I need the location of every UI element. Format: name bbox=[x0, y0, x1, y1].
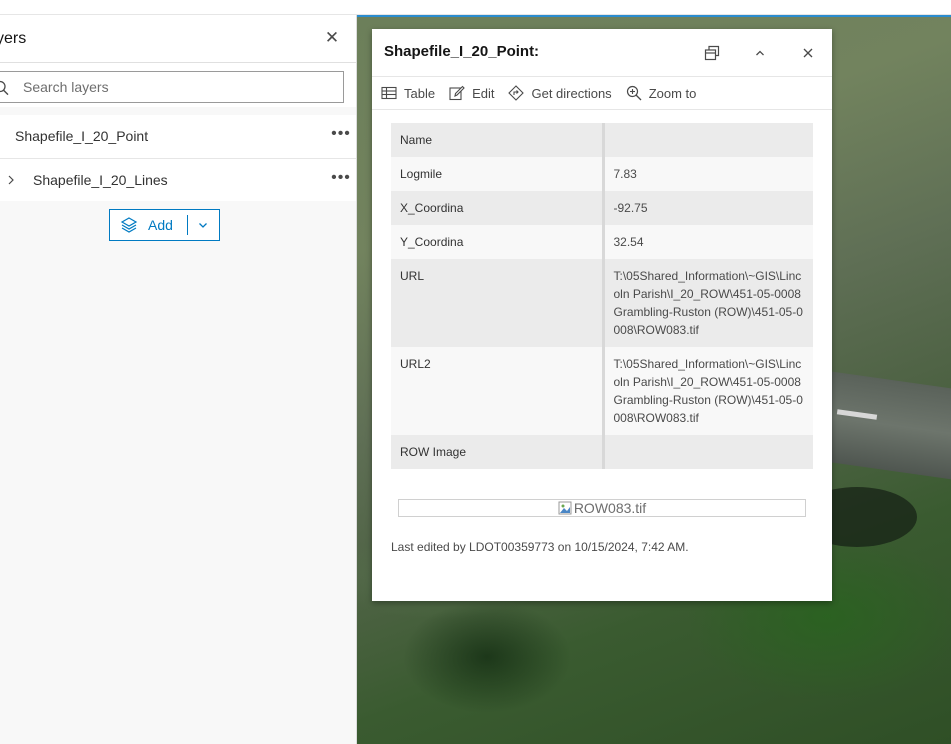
attribute-key: URL bbox=[391, 259, 605, 347]
popup-title: Shapefile_I_20_Point: bbox=[384, 43, 540, 60]
table-action[interactable]: Table bbox=[381, 85, 435, 101]
chevron-right-icon[interactable] bbox=[6, 173, 18, 187]
add-container: Add bbox=[0, 201, 356, 246]
layer-label: Shapefile_I_20_Lines bbox=[33, 172, 168, 188]
attribute-value: 32.54 bbox=[613, 235, 644, 249]
popup-header: Shapefile_I_20_Point: bbox=[372, 29, 832, 77]
attribute-key: Y_Coordina bbox=[391, 225, 605, 259]
top-strip bbox=[0, 0, 951, 15]
close-popup-button[interactable] bbox=[798, 43, 818, 63]
attribute-value: T:\05Shared_Information\~GIS\Lincoln Par… bbox=[613, 269, 803, 337]
more-options-icon[interactable]: ••• bbox=[331, 125, 351, 145]
attribute-value bbox=[603, 435, 813, 469]
image-alt-text: ROW083.tif bbox=[573, 500, 647, 516]
attribute-value: 7.83 bbox=[613, 167, 637, 181]
chevron-down-icon bbox=[199, 223, 208, 228]
collapse-button[interactable] bbox=[750, 43, 770, 63]
attribute-key: ROW Image bbox=[391, 435, 605, 469]
dock-icon bbox=[704, 45, 720, 61]
chevron-up-icon bbox=[756, 50, 764, 56]
last-edited-text: Last edited by LDOT00359773 on 10/15/202… bbox=[391, 540, 689, 554]
table-label: Table bbox=[404, 85, 436, 101]
add-label: Add bbox=[148, 217, 173, 233]
feature-popup: Shapefile_I_20_Point: Table Edit Get dir… bbox=[372, 29, 832, 601]
table-row: Logmile 7.83 bbox=[391, 157, 813, 191]
table-row: URL2 T:\05Shared_Information\~GIS\Lincol… bbox=[391, 347, 813, 435]
layers-title: yers bbox=[0, 30, 27, 47]
table-icon bbox=[381, 86, 397, 100]
attribute-table: Name Logmile 7.83 X_Coordina -92.75 Y_Co… bbox=[391, 123, 813, 469]
layer-label: Shapefile_I_20_Point bbox=[15, 128, 149, 144]
table-row: ROW Image bbox=[391, 435, 813, 469]
table-row: URL T:\05Shared_Information\~GIS\Lincoln… bbox=[391, 259, 813, 347]
directions-label: Get directions bbox=[531, 85, 612, 101]
attribute-key: Logmile bbox=[391, 157, 605, 191]
close-layers-button[interactable]: ✕ bbox=[324, 28, 340, 48]
attribute-key: X_Coordina bbox=[391, 191, 605, 225]
add-main[interactable]: Add bbox=[110, 210, 187, 240]
zoom-to-label: Zoom to bbox=[648, 85, 697, 101]
attribute-value: T:\05Shared_Information\~GIS\Lincoln Par… bbox=[613, 357, 803, 425]
broken-image-icon bbox=[558, 501, 572, 515]
search-container bbox=[0, 63, 356, 107]
table-row: Y_Coordina 32.54 bbox=[391, 225, 813, 259]
search-icon bbox=[0, 80, 9, 96]
edit-action[interactable]: Edit bbox=[449, 85, 494, 101]
edit-label: Edit bbox=[472, 85, 495, 101]
layer-item-shapefile-i-20-point[interactable]: Shapefile_I_20_Point ••• bbox=[0, 115, 356, 158]
row-image: ROW083.tif bbox=[398, 499, 806, 517]
table-row: X_Coordina -92.75 bbox=[391, 191, 813, 225]
attribute-value bbox=[603, 123, 813, 157]
search-input[interactable] bbox=[23, 72, 323, 102]
directions-action[interactable]: Get directions bbox=[508, 85, 612, 101]
popup-action-bar: Table Edit Get directions Zoom to bbox=[372, 77, 832, 110]
zoom-in-icon bbox=[626, 85, 642, 101]
layers-icon bbox=[120, 217, 138, 233]
add-dropdown-button[interactable] bbox=[188, 210, 219, 240]
search-box[interactable] bbox=[0, 71, 344, 103]
attribute-value: -92.75 bbox=[613, 201, 648, 215]
attribute-key: URL2 bbox=[391, 347, 605, 435]
zoom-to-action[interactable]: Zoom to bbox=[626, 85, 697, 101]
dock-button[interactable] bbox=[702, 43, 722, 63]
add-layer-button[interactable]: Add bbox=[109, 209, 220, 241]
directions-icon bbox=[508, 85, 525, 101]
layer-item-shapefile-i-20-lines[interactable]: Shapefile_I_20_Lines ••• bbox=[0, 158, 356, 201]
popup-body: Name Logmile 7.83 X_Coordina -92.75 Y_Co… bbox=[372, 110, 832, 554]
more-options-icon[interactable]: ••• bbox=[331, 169, 351, 189]
attribute-key: Name bbox=[391, 123, 605, 157]
layers-panel: yers ✕ Shapefile_I_20_Point ••• Shapefil… bbox=[0, 15, 357, 744]
layers-header: yers ✕ bbox=[0, 15, 356, 63]
close-icon bbox=[803, 48, 813, 58]
pencil-icon bbox=[449, 85, 465, 101]
table-row: Name bbox=[391, 123, 813, 157]
